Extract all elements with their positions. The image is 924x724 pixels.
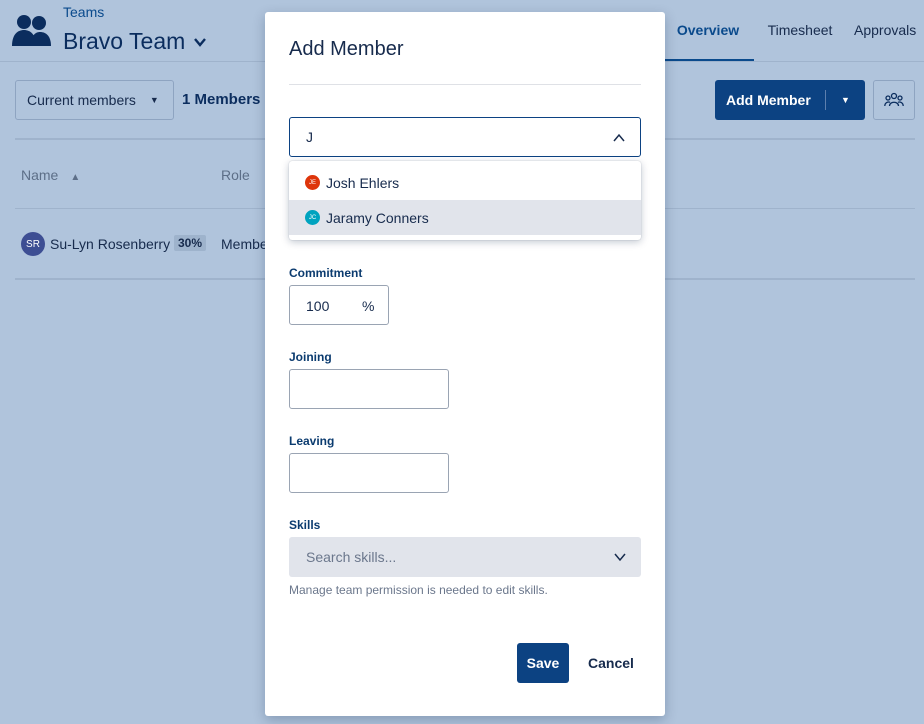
column-header-role[interactable]: Role — [221, 167, 250, 183]
member-role: Membe — [221, 236, 268, 252]
member-name[interactable]: Su-Lyn Rosenberry — [50, 236, 170, 252]
avatar: JC — [305, 210, 320, 225]
sort-up-icon: ▲ — [70, 172, 81, 183]
skills-select[interactable]: Search skills... — [289, 537, 641, 577]
team-name: Bravo Team — [63, 28, 186, 54]
commitment-input[interactable]: 100 % — [289, 285, 389, 325]
commitment-badge: 30% — [174, 235, 207, 251]
joining-date-input[interactable] — [289, 369, 449, 409]
breadcrumb-teams[interactable]: Teams — [63, 4, 104, 20]
chevron-up-icon[interactable] — [612, 131, 626, 145]
skills-label: Skills — [289, 518, 321, 532]
avatar: JE — [305, 175, 320, 190]
group-view-button[interactable] — [873, 80, 915, 120]
option-label: Jaramy Conners — [326, 209, 429, 226]
member-filter-dropdown[interactable]: Current members ▼ — [15, 80, 174, 120]
team-icon — [12, 15, 51, 46]
people-icon — [884, 92, 904, 107]
chevron-down-icon — [194, 37, 207, 47]
option-label: Josh Ehlers — [326, 174, 400, 191]
filter-label: Current members — [27, 92, 136, 108]
column-header-name-label: Name — [21, 167, 59, 183]
dialog-title: Add Member — [289, 38, 404, 60]
leaving-date-input[interactable] — [289, 453, 449, 493]
add-member-button[interactable]: Add Member ▼ — [715, 80, 865, 120]
member-options-menu: JE Josh Ehlers JC Jaramy Conners — [289, 161, 641, 240]
tab-approvals[interactable]: Approvals — [846, 0, 924, 62]
caret-down-icon: ▼ — [149, 95, 159, 105]
commitment-label: Commitment — [289, 266, 363, 280]
add-member-dialog: Add Member J JE Josh Ehlers JC Jaramy Co… — [265, 12, 665, 716]
commitment-unit: % — [362, 298, 375, 314]
skills-placeholder: Search skills... — [306, 549, 397, 565]
leaving-label: Leaving — [289, 434, 335, 448]
tab-timesheet[interactable]: Timesheet — [754, 0, 846, 62]
tab-overview[interactable]: Overview — [662, 0, 754, 62]
member-search-value: J — [306, 129, 313, 145]
skills-hint: Manage team permission is needed to edit… — [289, 583, 548, 597]
chevron-down-icon — [614, 553, 626, 562]
joining-label: Joining — [289, 350, 332, 364]
save-button[interactable]: Save — [517, 643, 569, 683]
avatar: SR — [21, 232, 45, 256]
option-josh-ehlers[interactable]: JE Josh Ehlers — [289, 165, 641, 200]
member-search-select[interactable]: J — [289, 117, 641, 157]
caret-down-icon[interactable]: ▼ — [826, 95, 865, 105]
cancel-button[interactable]: Cancel — [588, 643, 634, 683]
member-count: 1 Members — [182, 91, 261, 108]
team-title[interactable]: Bravo Team — [63, 28, 207, 55]
dialog-divider — [289, 84, 641, 85]
option-jaramy-conners[interactable]: JC Jaramy Conners — [289, 200, 641, 235]
add-member-label: Add Member — [726, 92, 811, 108]
tab-bar: Overview Timesheet Approvals — [662, 0, 924, 62]
commitment-value: 100 — [306, 298, 330, 314]
column-header-name[interactable]: Name ▲ — [21, 167, 80, 183]
